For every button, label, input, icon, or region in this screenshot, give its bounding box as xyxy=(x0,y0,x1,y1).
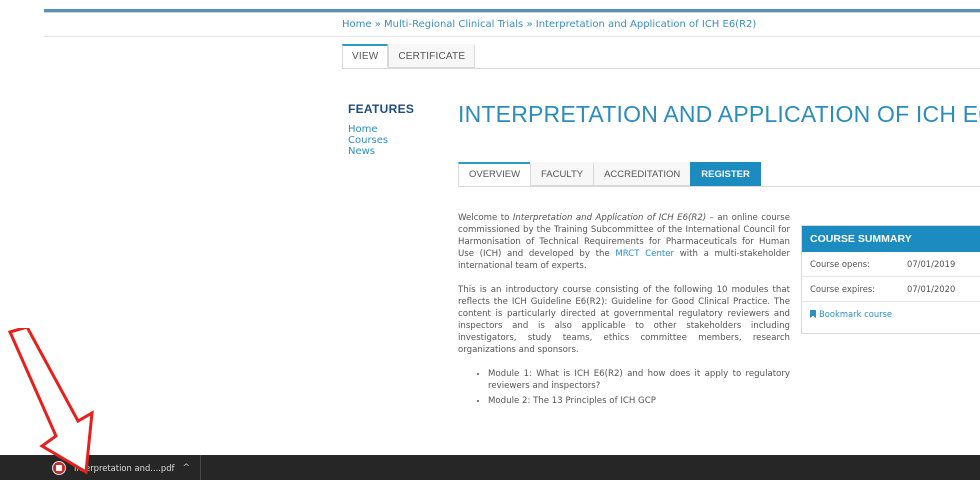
red-arrow-icon xyxy=(7,328,94,475)
course-opens-label: Course opens: xyxy=(810,259,870,269)
bookmark-icon xyxy=(810,310,816,318)
tab-overview[interactable]: OVERVIEW xyxy=(458,162,532,186)
list-item: Module 1: What is ICH E6(R2) and how doe… xyxy=(488,368,790,392)
breadcrumb-separator: » xyxy=(523,19,536,30)
breadcrumb-divider xyxy=(44,36,980,37)
header-divider xyxy=(44,12,980,13)
course-opens-row: Course opens: 07/01/2019 xyxy=(802,252,980,277)
breadcrumb-mrct[interactable]: Multi-Regional Clinical Trials xyxy=(384,19,523,30)
caret-up-icon[interactable]: ^ xyxy=(183,463,191,473)
breadcrumb: Home » Multi-Regional Clinical Trials » … xyxy=(342,19,756,30)
course-tabs-divider xyxy=(458,186,980,187)
tab-view[interactable]: VIEW xyxy=(342,44,389,68)
breadcrumb-home[interactable]: Home xyxy=(342,19,372,30)
red-arrow-shape xyxy=(7,328,94,475)
module-list: Module 1: What is ICH E6(R2) and how doe… xyxy=(458,368,790,407)
tab-certificate[interactable]: CERTIFICATE xyxy=(388,44,476,68)
course-tabs: OVERVIEW FACULTY ACCREDITATION REGISTER xyxy=(458,162,761,186)
tab-accreditation[interactable]: ACCREDITATION xyxy=(593,162,692,186)
intro-text: Welcome to xyxy=(458,213,513,223)
tabs-divider xyxy=(342,68,980,69)
breadcrumb-separator: » xyxy=(371,19,385,30)
overview-content: Welcome to Interpretation and Applicatio… xyxy=(458,212,790,410)
page-title: INTERPRETATION AND APPLICATION OF ICH E6… xyxy=(458,101,980,127)
course-expires-label: Course expires: xyxy=(810,284,876,294)
bookmark-course-link[interactable]: Bookmark course xyxy=(802,302,980,333)
features-link-courses[interactable]: Courses xyxy=(348,135,388,146)
tab-register[interactable]: REGISTER xyxy=(690,162,761,186)
features-link-home[interactable]: Home xyxy=(348,124,388,135)
download-bar: Interpretation and....pdf ^ xyxy=(0,455,980,480)
course-summary-panel: COURSE SUMMARY Course opens: 07/01/2019 … xyxy=(801,225,980,334)
description-paragraph: This is an introductory course consistin… xyxy=(458,285,790,355)
course-opens-value: 07/01/2019 xyxy=(907,259,956,269)
bookmark-label: Bookmark course xyxy=(819,309,893,319)
course-expires-row: Course expires: 07/01/2020 xyxy=(802,277,980,302)
course-name-emphasis: Interpretation and Application of ICH E6… xyxy=(512,213,707,223)
features-links: Home Courses News xyxy=(348,124,388,157)
mrct-center-link[interactable]: MRCT Center xyxy=(615,249,674,259)
features-title: FEATURES xyxy=(348,102,415,116)
view-tabs: VIEW CERTIFICATE xyxy=(342,44,476,68)
intro-paragraph: Welcome to Interpretation and Applicatio… xyxy=(458,212,790,272)
breadcrumb-current[interactable]: Interpretation and Application of ICH E6… xyxy=(536,19,757,30)
course-summary-title: COURSE SUMMARY xyxy=(802,226,980,252)
list-item: Module 2: The 13 Principles of ICH GCP xyxy=(488,395,790,407)
tab-faculty[interactable]: FACULTY xyxy=(530,162,595,186)
course-expires-value: 07/01/2020 xyxy=(907,284,956,294)
features-link-news[interactable]: News xyxy=(348,146,388,157)
